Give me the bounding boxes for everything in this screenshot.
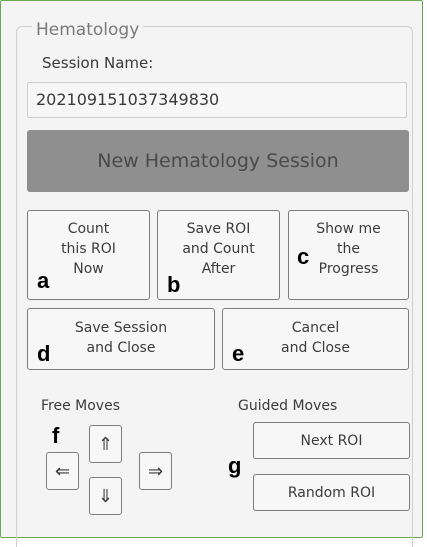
- save-session-and-close-label: Save Session and Close: [74, 320, 168, 356]
- save-session-and-close-button[interactable]: Save Session and Close: [27, 308, 215, 370]
- marker-e: e: [232, 341, 245, 366]
- group-legend: Hematology: [32, 21, 144, 39]
- random-roi-button[interactable]: Random ROI: [253, 474, 410, 511]
- cancel-and-close-button[interactable]: Cancel and Close: [222, 308, 409, 370]
- guided-moves-label: Guided Moves: [238, 398, 338, 414]
- save-roi-count-after-label: Save ROI and Count After: [182, 221, 255, 277]
- marker-b: b: [167, 272, 181, 297]
- free-moves-label: Free Moves: [41, 398, 120, 414]
- up-arrow-icon: ⇑: [97, 433, 114, 455]
- left-arrow-icon: ⇐: [54, 460, 71, 482]
- marker-a: a: [37, 268, 50, 293]
- marker-d: d: [37, 341, 51, 366]
- down-arrow-icon: ⇓: [97, 485, 114, 507]
- cancel-and-close-label: Cancel and Close: [281, 320, 350, 356]
- move-left-button[interactable]: ⇐: [46, 452, 79, 490]
- move-down-button[interactable]: ⇓: [89, 477, 122, 515]
- move-up-button[interactable]: ⇑: [89, 425, 122, 463]
- next-roi-button[interactable]: Next ROI: [253, 422, 410, 459]
- marker-c: c: [297, 244, 310, 269]
- right-arrow-icon: ⇒: [147, 460, 164, 482]
- marker-f: f: [52, 423, 60, 448]
- move-right-button[interactable]: ⇒: [139, 452, 172, 490]
- session-name-field[interactable]: 202109151037349830: [27, 82, 407, 118]
- marker-g: g: [228, 453, 242, 478]
- session-name-label: Session Name:: [42, 54, 154, 72]
- new-hematology-session-button[interactable]: New Hematology Session: [27, 130, 409, 192]
